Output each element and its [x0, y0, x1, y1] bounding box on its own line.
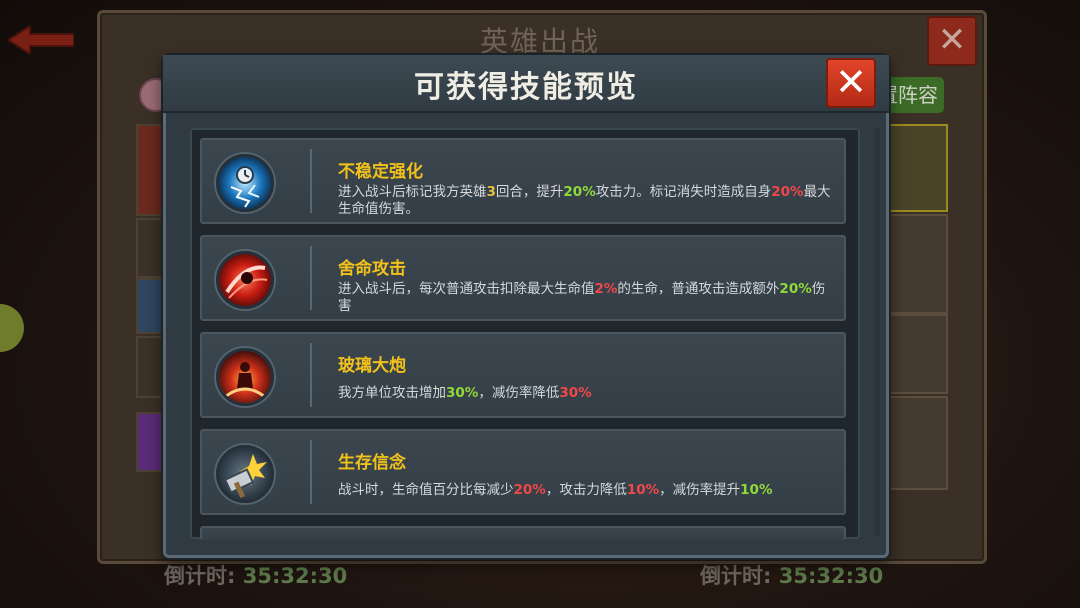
highlight-value: 30%	[446, 385, 479, 401]
red-slash-icon	[216, 251, 274, 309]
highlight-value: 10%	[740, 482, 773, 498]
side-toggle-icon[interactable]	[0, 304, 24, 352]
row-divider	[310, 440, 312, 504]
countdown-label: 倒计时:	[700, 564, 772, 588]
skill-description: 战斗时，生命值百分比每减少20%，攻击力降低10%，减伤率提升10%	[338, 482, 838, 499]
countdown-right: 倒计时: 35:32:30	[700, 560, 883, 590]
description-text: 进入战斗后，每次普通攻击扣除最大生命值	[338, 281, 595, 297]
countdown-time: 35:32:30	[242, 564, 348, 588]
dialog-title: 可获得技能预览	[414, 70, 638, 105]
description-text: ，减伤率提升	[659, 482, 741, 498]
skill-row	[200, 332, 846, 418]
skill-name: 玻璃大炮	[338, 356, 406, 376]
description-text: 我方单位攻击增加	[338, 385, 446, 401]
skill-name: 舍命攻击	[338, 259, 406, 279]
skill-name: 生存信念	[338, 453, 406, 473]
background-right-slot	[882, 124, 948, 212]
lightning-clock-icon	[216, 154, 274, 212]
fire-figure-icon	[216, 348, 274, 406]
row-divider	[310, 246, 312, 310]
description-text: ，攻击力降低	[545, 482, 627, 498]
skill-row	[200, 526, 846, 540]
skill-description: 进入战斗后标记我方英雄3回合，提升20%攻击力。标记消失时造成自身20%最大生命…	[338, 184, 838, 218]
highlight-value: 2%	[594, 281, 618, 297]
hammer-burst-icon	[216, 445, 274, 503]
back-arrow-icon[interactable]	[8, 26, 74, 54]
skill-name: 不稳定强化	[338, 162, 423, 182]
background-close-button[interactable]: ✕	[927, 16, 977, 66]
countdown-time: 35:32:30	[778, 564, 884, 588]
highlight-value: 20%	[563, 184, 596, 200]
background-right-slot	[882, 214, 948, 314]
highlight-value: 10%	[626, 482, 660, 498]
description-text: 进入战斗后标记我方英雄	[338, 184, 487, 200]
row-divider	[310, 149, 312, 213]
dialog-close-button[interactable]: ✕	[826, 58, 876, 108]
highlight-value: 20%	[779, 281, 812, 297]
description-text: 的生命，普通攻击造成额外	[617, 281, 780, 297]
background-right-slot	[882, 314, 948, 394]
highlight-value: 20%	[771, 184, 804, 200]
description-text: 战斗时，生命值百分比每减少	[338, 482, 514, 498]
row-divider	[310, 343, 312, 407]
background-title: 英雄出战	[479, 25, 600, 58]
highlight-value: 20%	[513, 482, 546, 498]
skill-description: 进入战斗后，每次普通攻击扣除最大生命值2%的生命，普通攻击造成额外20%伤害	[338, 281, 838, 315]
skill-description: 我方单位攻击增加30%，减伤率降低30%	[338, 385, 838, 402]
scrollbar[interactable]	[874, 128, 880, 536]
skill-row	[200, 429, 846, 515]
highlight-value: 3	[486, 184, 496, 200]
highlight-value: 30%	[559, 385, 592, 401]
background-right-slot	[882, 396, 948, 490]
description-text: ，减伤率降低	[478, 385, 560, 401]
description-text: 回合，提升	[495, 184, 564, 200]
countdown-label: 倒计时:	[164, 564, 236, 588]
countdown-left: 倒计时: 35:32:30	[164, 560, 347, 590]
description-text: 攻击力。标记消失时造成自身	[595, 184, 772, 200]
